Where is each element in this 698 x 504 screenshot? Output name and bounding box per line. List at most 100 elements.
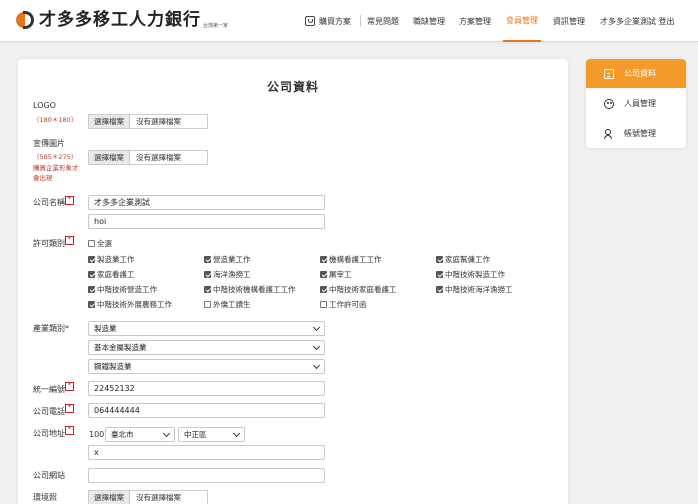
nav-faq[interactable]: 常見問題	[367, 0, 399, 42]
tax-id-input[interactable]: 22452132	[88, 381, 325, 396]
tax-id-label: 統一編號	[33, 385, 65, 394]
checkbox-box[interactable]	[88, 301, 95, 308]
nav-faq-label: 常見問題	[367, 16, 399, 26]
license-option-label: 中階技術製造工作	[445, 270, 505, 279]
nav-member-management[interactable]: 會員管理	[503, 0, 541, 42]
checkbox-box[interactable]	[436, 286, 443, 293]
license-option-checkbox[interactable]: 中階技術家庭看護工	[320, 284, 397, 295]
company-name-zh-input[interactable]: 才多多企業測試	[88, 195, 325, 210]
industry-level3-value: 鋼鐵製造業	[94, 362, 132, 371]
required-marker: *	[65, 382, 74, 391]
license-option-checkbox[interactable]: 中階技術外展農務工作	[88, 299, 172, 310]
nav-buy-plan-label: 購買方案	[319, 16, 351, 26]
license-option-label: 中階技術營造工作	[97, 285, 157, 294]
top-header: 才多多移工人力銀行 台灣第一家 購買方案 常見問題 職缺管理 方案管理 會員管理…	[0, 0, 698, 42]
checkbox-box[interactable]	[88, 240, 95, 247]
side-item-company-info[interactable]: 公司資料	[586, 59, 686, 88]
banner-choose-file-button[interactable]: 選擇檔案	[89, 151, 130, 164]
license-option-checkbox[interactable]: 屠宰工	[320, 269, 352, 280]
checkbox-box[interactable]	[88, 271, 95, 278]
license-option-checkbox[interactable]: 家庭幫傭工作	[436, 254, 490, 265]
side-item-account-management[interactable]: 帳號管理	[586, 119, 686, 148]
city-select[interactable]: 臺北市	[105, 427, 175, 442]
district-value: 中正區	[184, 430, 207, 439]
brand-tagline: 台灣第一家	[203, 23, 229, 29]
website-input[interactable]	[88, 468, 325, 483]
banner-file-status: 沒有選擇檔案	[136, 153, 181, 162]
district-select[interactable]: 中正區	[178, 427, 245, 442]
logo-choose-file-button[interactable]: 選擇檔案	[89, 115, 130, 128]
logo-size-note: （180＊180）	[33, 116, 78, 124]
license-option-checkbox[interactable]: 中階技術機構看護工工作	[204, 284, 296, 295]
license-option-label: 中階技術外展農務工作	[97, 300, 172, 309]
banner-size-note: （585＊275）	[33, 153, 78, 161]
license-option-label: 屠宰工	[329, 270, 352, 279]
side-item-staff-management[interactable]: 人員管理	[586, 89, 686, 118]
nav-member-management-label: 會員管理	[506, 15, 538, 25]
checkbox-box[interactable]	[204, 301, 211, 308]
license-option-checkbox[interactable]: 海洋漁撈工	[204, 269, 251, 280]
checkbox-box[interactable]	[320, 256, 327, 263]
company-name-label: 公司名稱	[33, 198, 65, 207]
license-option-checkbox[interactable]: 製造業工作	[88, 254, 135, 265]
industry-level3-select[interactable]: 鋼鐵製造業	[88, 359, 325, 374]
license-option-checkbox[interactable]: 中階技術營造工作	[88, 284, 157, 295]
nav-job-management[interactable]: 職缺管理	[413, 0, 445, 42]
checkbox-box[interactable]	[436, 256, 443, 263]
checkbox-box[interactable]	[88, 256, 95, 263]
environment-choose-file-button[interactable]: 選擇檔案	[89, 491, 130, 504]
user-icon	[604, 128, 614, 139]
checkbox-box[interactable]	[204, 286, 211, 293]
environment-file-status: 沒有選擇檔案	[136, 493, 181, 502]
checkbox-box[interactable]	[204, 271, 211, 278]
banner-file-input[interactable]: 選擇檔案 沒有選擇檔案	[88, 150, 208, 165]
chevron-down-icon	[162, 429, 171, 438]
license-option-label: 營造業工作	[213, 255, 251, 264]
nav-info-management[interactable]: 資訊管理	[553, 0, 585, 42]
nav-plan-management[interactable]: 方案管理	[459, 0, 491, 42]
industry-label: 產業類別*	[33, 324, 69, 333]
company-profile-card: 公司資料 LOGO （180＊180） 選擇檔案 沒有選擇檔案 宣傳圖片 （58…	[18, 59, 568, 504]
checkbox-box[interactable]	[88, 286, 95, 293]
select-all-checkbox[interactable]: 全選	[88, 238, 112, 249]
license-option-checkbox[interactable]: 外僑工讀生	[204, 299, 251, 310]
environment-photo-label: 環境照	[33, 493, 57, 502]
license-option-checkbox[interactable]: 機構看護工工作	[320, 254, 382, 265]
nav-divider	[360, 15, 361, 27]
checkbox-box[interactable]	[436, 271, 443, 278]
side-item-label: 帳號管理	[624, 129, 656, 138]
checkbox-box[interactable]	[320, 271, 327, 278]
license-option-checkbox[interactable]: 營造業工作	[204, 254, 251, 265]
nav-account-logout[interactable]: 才多多企業測試 登出	[600, 0, 675, 42]
street-address-input[interactable]: x	[88, 445, 325, 460]
license-option-checkbox[interactable]: 家庭看護工	[88, 269, 135, 280]
industry-level1-select[interactable]: 製造業	[88, 321, 325, 336]
phone-input[interactable]: 064444444	[88, 403, 325, 418]
chevron-down-icon	[312, 323, 321, 332]
checkbox-box[interactable]	[204, 256, 211, 263]
nav-buy-plan[interactable]: 購買方案	[305, 0, 351, 42]
license-option-label: 中階技術海洋漁撈工	[445, 285, 513, 294]
license-option-checkbox[interactable]: 中階技術製造工作	[436, 269, 505, 280]
license-type-label: 許可類別	[33, 239, 65, 248]
brand-name: 才多多移工人力銀行	[39, 10, 201, 30]
required-marker: *	[65, 236, 74, 245]
city-value: 臺北市	[111, 430, 134, 439]
license-option-label: 海洋漁撈工	[213, 270, 251, 279]
brand-logo[interactable]: 才多多移工人力銀行 台灣第一家	[14, 9, 228, 31]
banner-note-line1: 購買企業形象才	[33, 164, 79, 172]
industry-level2-select[interactable]: 基本金屬製造業	[88, 340, 325, 355]
license-option-checkbox[interactable]: 中階技術海洋漁撈工	[436, 284, 513, 295]
environment-file-input[interactable]: 選擇檔案 沒有選擇檔案	[88, 490, 208, 504]
chevron-down-icon	[312, 342, 321, 351]
license-option-checkbox[interactable]: 工作許可函	[320, 299, 367, 310]
logo-file-input[interactable]: 選擇檔案 沒有選擇檔案	[88, 114, 208, 129]
banner-note-line2: 會出現	[33, 174, 53, 182]
nav-job-management-label: 職缺管理	[413, 16, 445, 26]
logo-file-status: 沒有選擇檔案	[136, 117, 181, 126]
phone-label: 公司電話	[33, 407, 65, 416]
company-name-en-input[interactable]: hoi	[88, 214, 325, 229]
checkbox-box[interactable]	[320, 286, 327, 293]
address-label: 公司地址	[33, 429, 65, 438]
checkbox-box[interactable]	[320, 301, 327, 308]
